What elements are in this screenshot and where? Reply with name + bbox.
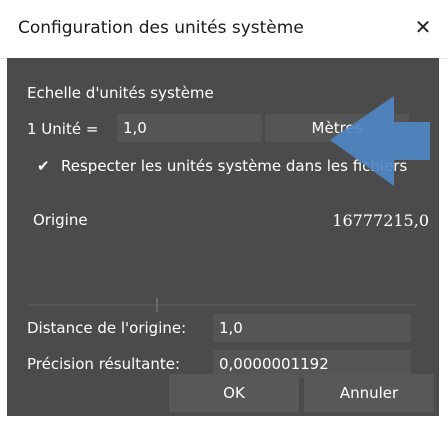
origin-label: Origine (33, 211, 88, 229)
close-icon[interactable]: ✕ (412, 16, 434, 38)
dialog-title: Configuration des unités système (18, 18, 304, 38)
distance-field: 1,0 (213, 314, 411, 342)
unit-value: 1,0 (123, 119, 147, 137)
unit-label: 1 Unité = (27, 120, 99, 138)
ok-button[interactable]: OK (169, 374, 299, 412)
origin-value: 16777215,0 (332, 211, 429, 230)
precision-label: Précision résultante: (27, 355, 180, 373)
scale-section-label: Echelle d'unités système (27, 84, 214, 102)
cancel-button[interactable]: Annuler (304, 374, 434, 412)
cancel-button-label: Annuler (339, 384, 399, 402)
units-setup-dialog: Configuration des unités système ✕ Echel… (0, 0, 448, 432)
origin-slider-track[interactable] (7, 294, 439, 316)
title-bar: Configuration des unités système ✕ (0, 0, 448, 59)
distance-label: Distance de l'origine: (27, 319, 187, 337)
pointer-arrow-icon (330, 96, 430, 186)
distance-value: 1,0 (219, 319, 243, 337)
unit-value-field[interactable]: 1,0 (117, 114, 262, 142)
respect-units-checkbox[interactable]: ✔ (37, 157, 50, 175)
precision-value: 0,0000001192 (219, 355, 329, 373)
ok-button-label: OK (223, 384, 245, 402)
